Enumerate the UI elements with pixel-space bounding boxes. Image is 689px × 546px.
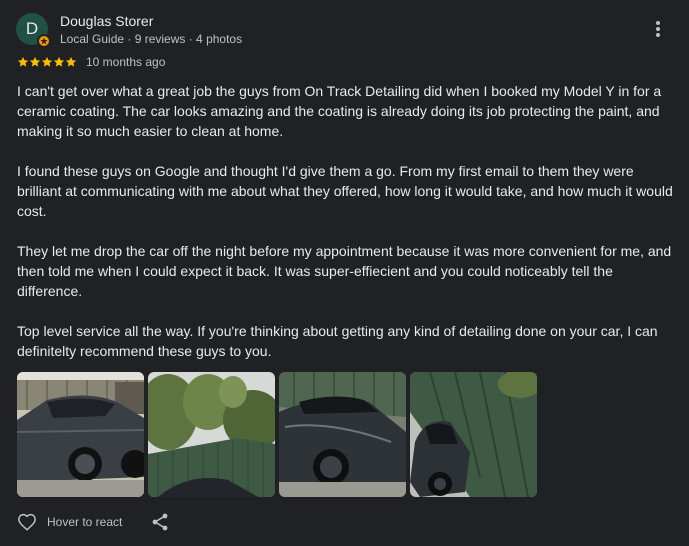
star-icon [65,56,77,67]
review-photo[interactable] [148,372,275,497]
avatar[interactable]: D [16,13,51,48]
review-time: 10 months ago [86,55,166,69]
review-card: D Douglas Storer Local Guide · 9 reviews… [0,0,689,546]
review-photo[interactable] [410,372,537,497]
star-icon [29,56,41,67]
review-photos [17,372,537,497]
local-guide-badge-icon [37,34,51,48]
review-paragraph: Top level service all the way. If you're… [17,323,658,359]
star-icon [17,56,29,67]
more-options-button[interactable] [649,19,667,39]
review-paragraph: They let me drop the car off the night b… [17,243,672,299]
author-meta: Local Guide · 9 reviews · 4 photos [60,32,243,46]
review-actions: Hover to react [17,513,168,531]
review-paragraph: I found these guys on Google and thought… [17,163,673,219]
react-button[interactable]: Hover to react [17,513,122,531]
review-body: I can't get over what a great job the gu… [17,81,677,381]
star-icon [41,56,53,67]
author-info: Douglas Storer Local Guide · 9 reviews ·… [60,12,242,48]
review-paragraph: I can't get over what a great job the gu… [17,83,662,139]
review-header: D Douglas Storer Local Guide · 9 reviews… [16,13,242,48]
share-button[interactable] [152,513,168,531]
star-rating [17,56,77,68]
author-name[interactable]: Douglas Storer [60,12,242,30]
star-icon [53,56,65,67]
more-vert-icon [656,21,660,37]
react-label: Hover to react [47,515,123,529]
share-icon [152,513,168,531]
avatar-initial: D [25,19,39,38]
review-photo[interactable] [17,372,144,497]
rating-row: 10 months ago [17,55,165,69]
heart-outline-icon [18,513,36,531]
review-photo[interactable] [279,372,406,497]
